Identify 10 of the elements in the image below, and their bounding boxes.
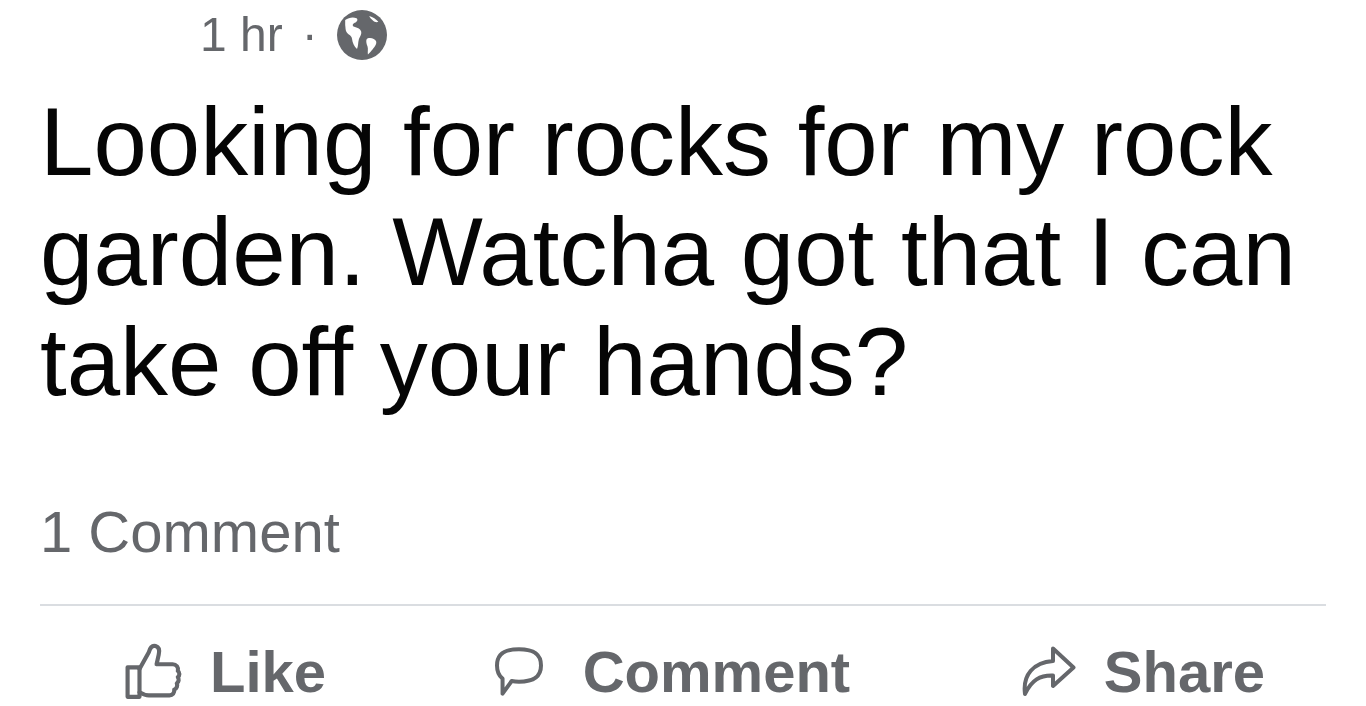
thumbs-up-icon [125, 643, 183, 701]
meta-separator: · [301, 7, 318, 63]
post-time: 1 hr [200, 7, 283, 63]
comment-button[interactable]: Comment [494, 640, 851, 704]
comment-count[interactable]: 1 Comment [40, 497, 340, 567]
like-button[interactable]: Like [125, 640, 327, 704]
globe-icon [336, 10, 387, 60]
share-button[interactable]: Share [1018, 640, 1265, 704]
speech-bubble-icon [494, 647, 543, 697]
post-text: Looking for rocks for my rock garden. Watcha got that I can take off your hands? [40, 87, 1297, 417]
